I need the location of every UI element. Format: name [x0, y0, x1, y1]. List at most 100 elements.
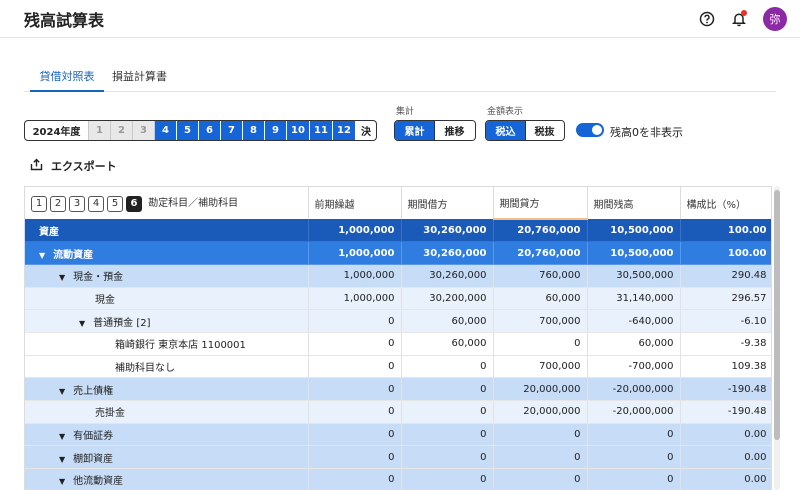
debit-cell: 30,260,000 — [401, 219, 494, 243]
tab-income-statement[interactable]: 損益計算書 — [112, 68, 167, 92]
export-button[interactable]: エクスポート — [30, 158, 117, 174]
balance-cell: -20,000,000 — [587, 377, 681, 401]
closing-month-button[interactable]: 決 — [356, 121, 376, 140]
help-icon[interactable] — [697, 9, 717, 29]
account-name-cell: 売掛金 — [25, 400, 309, 424]
expand-caret-icon[interactable]: ▼ — [79, 319, 85, 328]
trial-balance-table: 1 2 3 4 5 6 勘定科目／補助科目 前期繰越 期間借方 期間貸方 期間残… — [24, 186, 772, 490]
hide-zero-toggle[interactable] — [576, 123, 604, 137]
level-2-button[interactable]: 2 — [50, 195, 66, 212]
tax-included-option[interactable]: 税込 — [486, 121, 525, 140]
expand-caret-icon[interactable]: ▼ — [59, 477, 65, 486]
table-header-row: 1 2 3 4 5 6 勘定科目／補助科目 前期繰越 期間借方 期間貸方 期間残… — [25, 187, 771, 220]
table-row[interactable]: ▼ 流動資産 1,000,000 30,260,000 20,760,000 10,500… — [25, 241, 771, 265]
table-row[interactable]: ▼ 売上債権 0 0 20,000,000 -20,000,000 -190.48 — [25, 377, 771, 401]
fiscal-year-select[interactable]: 2024年度 — [25, 121, 89, 140]
trend-option[interactable]: 推移 — [434, 121, 474, 140]
account-name: 現金 — [95, 294, 115, 306]
balance-cell: 60,000 — [587, 332, 681, 356]
debit-cell: 0 — [401, 468, 494, 489]
tax-excluded-option[interactable]: 税抜 — [525, 121, 563, 140]
expand-caret-icon[interactable]: ▼ — [59, 455, 65, 464]
account-name-cell: 資産 — [25, 219, 309, 243]
credit-cell: 700,000 — [493, 309, 588, 333]
cumulative-option[interactable]: 累計 — [395, 121, 434, 140]
balance-cell: 31,140,000 — [587, 287, 681, 311]
debit-cell: 30,260,000 — [401, 241, 494, 265]
account-name: 売掛金 — [95, 408, 125, 420]
opening-cell: 0 — [308, 423, 402, 447]
month-8-button[interactable]: 8 — [243, 121, 265, 140]
col-header-opening[interactable]: 前期繰越 — [308, 187, 402, 219]
account-name-cell: ▼ 普通預金 [2] — [25, 309, 309, 333]
credit-cell: 0 — [493, 423, 588, 447]
account-name: 補助科目なし — [115, 362, 175, 374]
account-name-cell: 現金 — [25, 287, 309, 311]
amount-display-label: 金額表示 — [487, 107, 524, 117]
table-row[interactable]: ▼ 棚卸資産 0 0 0 0 0.00 — [25, 445, 771, 470]
account-name: 有価証券 — [73, 431, 114, 443]
account-header-label: 勘定科目／補助科目 — [148, 198, 239, 210]
expand-caret-icon[interactable]: ▼ — [59, 432, 65, 441]
opening-cell: 0 — [308, 332, 402, 356]
account-name-cell: ▼ 有価証券 — [25, 423, 309, 447]
level-4-button[interactable]: 4 — [88, 195, 104, 212]
level-5-button[interactable]: 5 — [107, 195, 123, 212]
avatar[interactable]: 弥 — [763, 7, 787, 31]
level-6-button[interactable]: 6 — [126, 195, 142, 212]
month-7-button[interactable]: 7 — [221, 121, 243, 140]
tab-balance-sheet[interactable]: 貸借対照表 — [30, 68, 104, 92]
opening-cell: 1,000,000 — [308, 219, 402, 243]
debit-cell: 0 — [401, 423, 494, 447]
table-row[interactable]: 資産 1,000,000 30,260,000 20,760,000 10,500,00… — [25, 219, 771, 243]
credit-cell: 0 — [493, 468, 588, 489]
table-scrollbar[interactable] — [774, 186, 780, 490]
ratio-cell: -190.48 — [680, 400, 771, 424]
credit-cell: 20,760,000 — [493, 241, 588, 265]
month-12-button[interactable]: 12 — [333, 121, 356, 140]
col-header-debit[interactable]: 期間借方 — [401, 187, 494, 219]
debit-cell: 60,000 — [401, 332, 494, 356]
expand-caret-icon[interactable]: ▼ — [39, 251, 45, 260]
month-5-button[interactable]: 5 — [177, 121, 199, 140]
credit-cell: 60,000 — [493, 287, 588, 311]
ratio-cell: 0.00 — [680, 423, 771, 447]
ratio-cell: 0.00 — [680, 468, 771, 489]
level-3-button[interactable]: 3 — [69, 195, 85, 212]
col-header-balance[interactable]: 期間残高 — [587, 187, 681, 219]
month-11-button[interactable]: 11 — [310, 121, 333, 140]
balance-cell: 10,500,000 — [587, 219, 681, 243]
debit-cell: 0 — [401, 445, 494, 470]
aggregation-label: 集計 — [396, 107, 415, 117]
month-10-button[interactable]: 10 — [287, 121, 310, 140]
account-name: 他流動資産 — [73, 476, 124, 488]
bell-icon[interactable] — [729, 9, 749, 29]
level-1-button[interactable]: 1 — [31, 195, 47, 212]
scroll-thumb[interactable] — [774, 190, 780, 440]
expand-caret-icon[interactable]: ▼ — [59, 273, 65, 282]
table-row[interactable]: ▼ 有価証券 0 0 0 0 0.00 — [25, 423, 771, 447]
table-row[interactable]: ▼ 他流動資産 0 0 0 0 0.00 — [25, 468, 771, 489]
table-row[interactable]: 売掛金 0 0 20,000,000 -20,000,000 -190.48 — [25, 400, 771, 424]
table-row[interactable]: 箱崎銀行 東京本店 1100001 0 60,000 0 60,000 -9.38 — [25, 332, 771, 356]
col-header-credit[interactable]: 期間貸方 — [493, 187, 588, 220]
balance-cell: -640,000 — [587, 309, 681, 333]
balance-cell: 0 — [587, 423, 681, 447]
month-6-button[interactable]: 6 — [199, 121, 221, 140]
table-row[interactable]: 補助科目なし 0 0 700,000 -700,000 109.38 — [25, 355, 771, 379]
month-4-button[interactable]: 4 — [155, 121, 177, 140]
credit-cell: 20,760,000 — [493, 219, 588, 243]
expand-caret-icon[interactable]: ▼ — [59, 387, 65, 396]
table-row[interactable]: ▼ 普通預金 [2] 0 60,000 700,000 -640,000 -6.10 — [25, 309, 771, 333]
balance-cell: 10,500,000 — [587, 241, 681, 265]
opening-cell: 0 — [308, 377, 402, 401]
col-header-ratio[interactable]: 構成比（%） — [680, 187, 771, 219]
table-row[interactable]: 現金 1,000,000 30,200,000 60,000 31,140,000 296… — [25, 287, 771, 311]
account-name-cell: ▼ 流動資産 — [25, 241, 309, 265]
table-row[interactable]: ▼ 現金・預金 1,000,000 30,260,000 760,000 30,500,0… — [25, 264, 771, 288]
month-2-button: 2 — [111, 121, 133, 140]
account-name: 現金・預金 — [73, 272, 124, 284]
page-title: 残高試算表 — [24, 11, 105, 30]
month-9-button[interactable]: 9 — [265, 121, 287, 140]
debit-cell: 0 — [401, 355, 494, 379]
